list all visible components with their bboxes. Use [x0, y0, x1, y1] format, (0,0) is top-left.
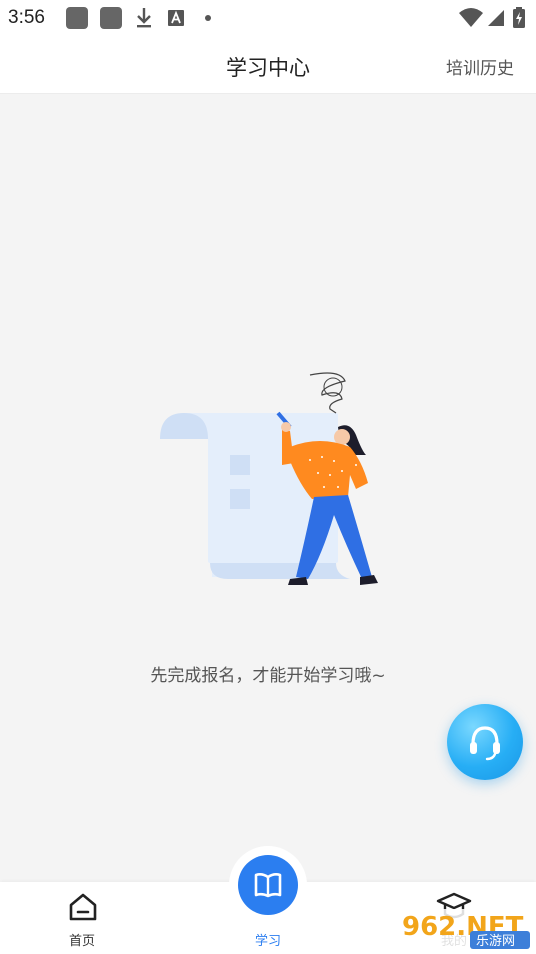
- status-bar: 3:56: [0, 0, 536, 36]
- empty-state-message: 先完成报名，才能开始学习哦~: [150, 666, 386, 686]
- download-icon: [137, 8, 151, 28]
- watermark-logo: 962.NET 乐游网: [398, 909, 532, 949]
- battery-icon: [513, 7, 525, 28]
- training-history-button[interactable]: 培训历史: [446, 54, 514, 79]
- customer-service-button[interactable]: [447, 704, 523, 780]
- signal-icon: [488, 10, 504, 26]
- wifi-icon: [459, 8, 483, 27]
- home-icon: [69, 893, 97, 921]
- notification-app-icon: [66, 7, 88, 29]
- nav-label-home: 首页: [68, 934, 95, 949]
- book-icon: [254, 873, 282, 898]
- headset-icon: [470, 726, 500, 761]
- empty-state-illustration: [160, 372, 378, 585]
- nav-item-home[interactable]: 首页: [22, 882, 142, 954]
- nav-label-study: 学习: [254, 934, 281, 949]
- font-icon: [168, 10, 184, 26]
- watermark-subtext: 乐游网: [476, 934, 515, 949]
- study-center-button[interactable]: [238, 855, 298, 915]
- header-bar: 学习中心 培训历史: [0, 36, 536, 94]
- status-time: 3:56: [8, 7, 45, 28]
- notification-app-icon: [100, 7, 122, 29]
- dot-icon: [205, 15, 211, 21]
